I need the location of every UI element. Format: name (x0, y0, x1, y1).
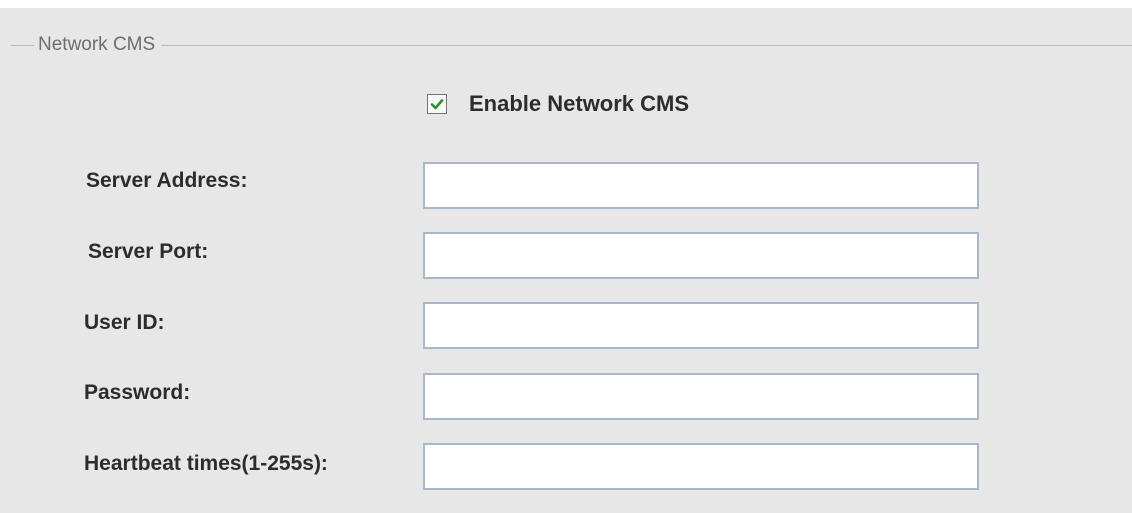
user-id-input[interactable] (423, 302, 979, 349)
group-title: Network CMS (34, 34, 162, 56)
group-border-left (10, 45, 11, 513)
password-input[interactable] (423, 373, 979, 420)
heartbeat-times-label: Heartbeat times(1-255s): (84, 452, 328, 475)
server-port-input[interactable] (423, 232, 979, 279)
group-border (10, 45, 1132, 46)
server-port-label: Server Port: (88, 240, 209, 263)
enable-network-cms-label: Enable Network CMS (469, 91, 690, 116)
enable-network-cms-row[interactable]: Enable Network CMS (427, 90, 689, 118)
server-address-label: Server Address: (86, 169, 248, 192)
server-address-input[interactable] (423, 162, 979, 209)
checkmark-icon (430, 99, 444, 110)
user-id-label: User ID: (84, 311, 165, 334)
password-label: Password: (84, 381, 191, 404)
enable-network-cms-checkbox[interactable] (427, 94, 447, 114)
heartbeat-times-input[interactable] (423, 443, 979, 490)
